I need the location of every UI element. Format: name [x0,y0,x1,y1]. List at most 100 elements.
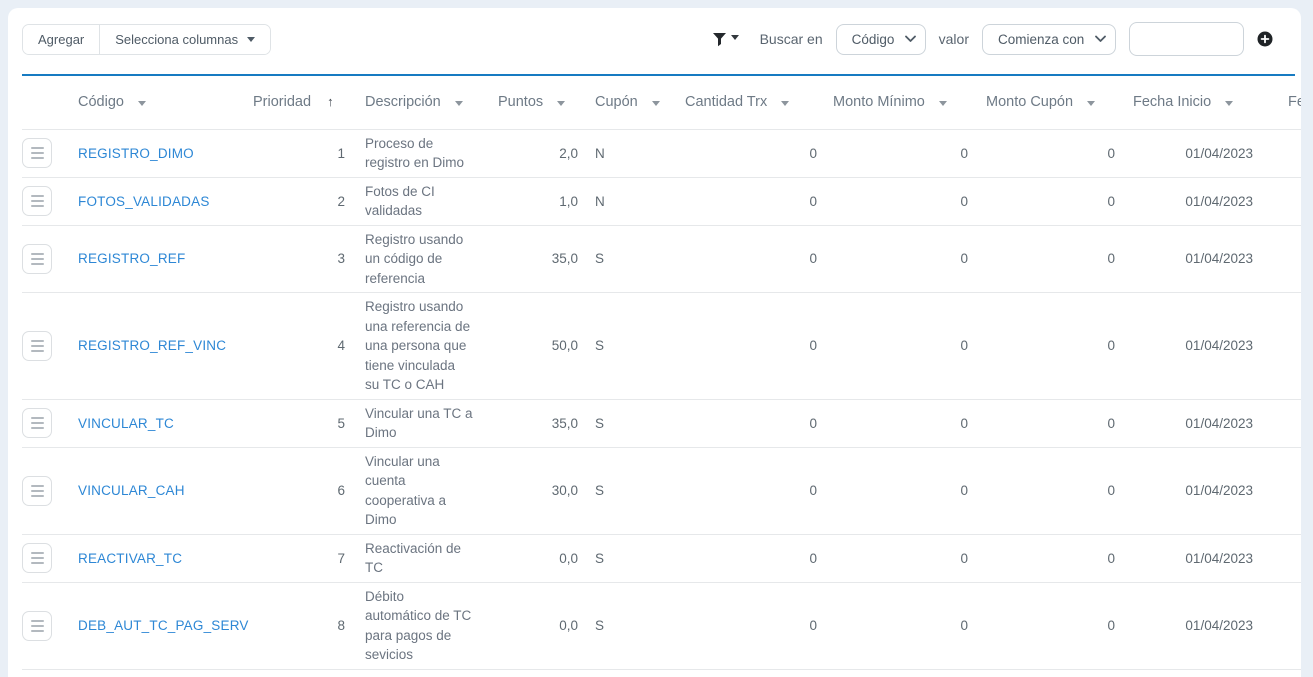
add-filter-button[interactable] [1257,31,1273,47]
puntos-cell: 30,0 [498,447,595,534]
row-menu-button[interactable] [22,244,52,274]
column-menu-caret-icon[interactable] [939,101,947,106]
column-menu-caret-icon[interactable] [652,101,660,106]
row-menu-button[interactable] [22,138,52,168]
column-label: Descripción [365,94,441,110]
monto-cupon-cell: 0 [986,177,1133,225]
toolbar-button-group: Agregar Selecciona columnas [22,24,271,55]
column-header[interactable]: Cantidad Trx ↑ [685,76,833,129]
cantidad-trx-cell: 1 [685,669,833,677]
column-label: Monto Cupón [986,94,1073,110]
fecha-inicio-cell: 01/04/2023 [1133,399,1288,447]
row-menu-cell [22,399,78,447]
column-menu-caret-icon[interactable] [138,101,146,106]
field-select[interactable]: Código [836,24,926,55]
monto-cupon-cell: 0 [986,129,1133,177]
row-menu-button[interactable] [22,331,52,361]
column-header[interactable]: Código ↑ [78,76,253,129]
column-label: Cupón [595,94,638,110]
filter-menu-button[interactable] [712,32,739,47]
row-menu-column-header [22,76,78,129]
codigo-link[interactable]: REGISTRO_REF_VINC [78,338,226,353]
table-row: DEB_AUT_TC_PAG_SERV 8 Débito automático … [22,582,1301,669]
codigo-cell: VINCULAR_CAH [78,447,253,534]
row-menu-cell [22,225,78,293]
fecha-fin-cell [1288,129,1301,177]
column-header[interactable]: Fecha Inicio ↑ [1133,76,1288,129]
puntos-cell: 0,0 [498,534,595,582]
column-label: Cantidad Trx [685,94,767,110]
column-menu-caret-icon[interactable] [1225,101,1233,106]
column-header[interactable]: Puntos ↑ [498,76,595,129]
puntos-cell: 35,0 [498,225,595,293]
table-row: REACTIVAR_TC 7 Reactivación de TC 0,0 S … [22,534,1301,582]
fecha-inicio-cell: 01/04/2023 [1133,129,1288,177]
column-menu-caret-icon[interactable] [557,101,565,106]
cupon-cell: S [595,582,685,669]
monto-minimo-cell: 0 [833,399,986,447]
codigo-link[interactable]: REACTIVAR_TC [78,551,182,566]
select-columns-button[interactable]: Selecciona columnas [99,25,270,54]
column-menu-caret-icon[interactable] [1087,101,1095,106]
fecha-fin-cell [1288,293,1301,400]
column-header[interactable]: Prioridad ↑ [253,76,365,129]
column-menu-caret-icon[interactable] [781,101,789,106]
fecha-fin-cell [1288,534,1301,582]
filter-value-input[interactable] [1129,22,1244,56]
prioridad-cell: 7 [253,534,365,582]
data-grid: Código ↑ Prioridad ↑ Descripción ↑ Punto… [22,76,1301,677]
row-menu-cell [22,129,78,177]
monto-cupon-cell: 0 [986,293,1133,400]
prioridad-cell: 9 [253,669,365,677]
grid-toolbar: Agregar Selecciona columnas Buscar en Có [8,8,1301,56]
select-columns-label: Selecciona columnas [115,32,238,47]
row-menu-cell [22,177,78,225]
add-button[interactable]: Agregar [23,25,99,54]
row-menu-cell [22,582,78,669]
fecha-inicio-cell: 01/04/2023 [1133,177,1288,225]
puntos-cell: 35,0 [498,399,595,447]
table-row: DIMO_DIMO 9 Transferencia de Dimo a Dimo… [22,669,1301,677]
row-menu-button[interactable] [22,186,52,216]
descripcion-cell: Débito automático de TC para pagos de se… [365,582,498,669]
column-label: Fecha Inicio [1133,94,1211,110]
cantidad-trx-cell: 0 [685,177,833,225]
prioridad-cell: 8 [253,582,365,669]
filter-bar: Buscar en Código valor Comienza con [712,22,1273,56]
row-menu-button[interactable] [22,611,52,641]
puntos-cell: 1,0 [498,177,595,225]
column-label: Código [78,94,124,110]
fecha-inicio-cell: 01/04/2023 [1133,293,1288,400]
column-header[interactable]: Monto Mínimo ↑ [833,76,986,129]
page-background: Agregar Selecciona columnas Buscar en Có [0,0,1313,677]
row-menu-button[interactable] [22,408,52,438]
fecha-inicio-cell: 01/04/2023 [1133,534,1288,582]
descripcion-cell: Registro usando una referencia de una pe… [365,293,498,400]
monto-minimo-cell: 0 [833,534,986,582]
row-menu-button[interactable] [22,543,52,573]
column-menu-caret-icon[interactable] [455,101,463,106]
codigo-link[interactable]: VINCULAR_CAH [78,483,185,498]
column-header[interactable]: Fec ↑ [1288,76,1301,129]
search-in-label: Buscar en [760,31,823,47]
operator-select[interactable]: Comienza con [982,24,1116,55]
row-menu-button[interactable] [22,476,52,506]
row-menu-cell [22,534,78,582]
codigo-link[interactable]: VINCULAR_TC [78,416,174,431]
column-header[interactable]: Cupón ↑ [595,76,685,129]
cantidad-trx-cell: 0 [685,534,833,582]
monto-minimo-cell: 0 [833,129,986,177]
codigo-link[interactable]: REGISTRO_DIMO [78,146,194,161]
column-header[interactable]: Monto Cupón ↑ [986,76,1133,129]
monto-cupon-cell: 0 [986,447,1133,534]
codigo-link[interactable]: FOTOS_VALIDADAS [78,194,210,209]
value-label: valor [939,31,969,47]
records-table: Código ↑ Prioridad ↑ Descripción ↑ Punto… [22,76,1301,677]
fecha-inicio-cell: 01/04/2023 [1133,225,1288,293]
codigo-link[interactable]: DEB_AUT_TC_PAG_SERV [78,618,249,633]
column-header[interactable]: Descripción ↑ [365,76,498,129]
field-select-wrap: Código [836,24,926,55]
filter-funnel-icon [712,32,728,47]
codigo-link[interactable]: REGISTRO_REF [78,251,185,266]
cantidad-trx-cell: 0 [685,293,833,400]
